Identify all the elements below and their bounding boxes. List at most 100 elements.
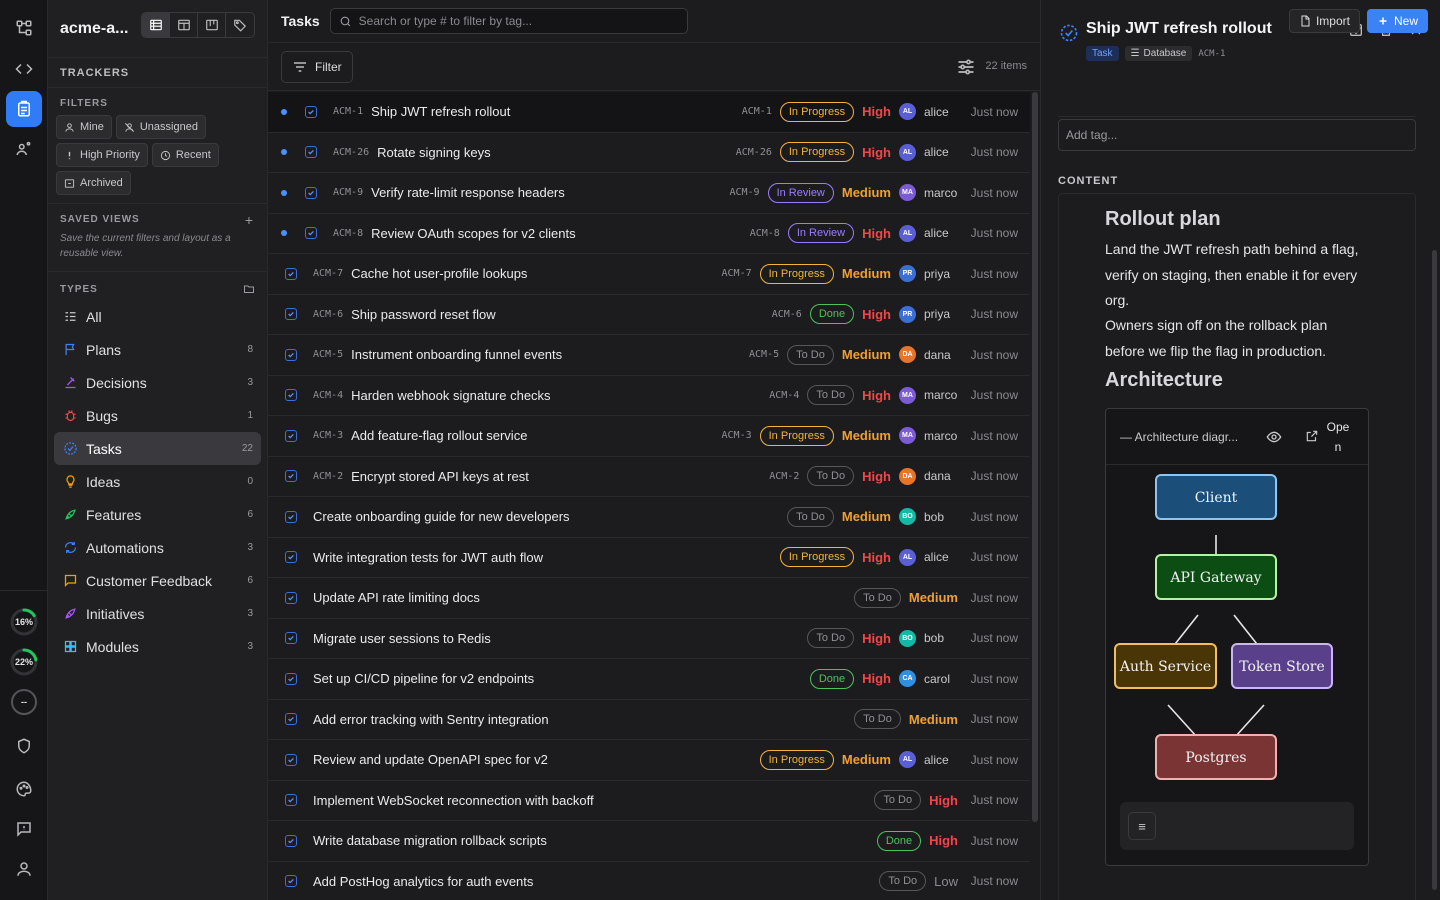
type-tag[interactable]: Task	[1086, 46, 1119, 61]
avatar[interactable]: AL	[899, 548, 916, 566]
status-badge[interactable]: Done	[809, 668, 855, 689]
priority-label[interactable]: High	[929, 793, 958, 808]
status-badge[interactable]: In Review	[767, 182, 834, 203]
sliders-icon[interactable]	[956, 57, 976, 77]
add-tag-input[interactable]: Add tag...	[1058, 119, 1416, 151]
avatar[interactable]: PR	[899, 305, 916, 323]
priority-label[interactable]: High	[929, 833, 958, 848]
type-item-modules[interactable]: Modules 3	[54, 630, 261, 663]
progress-ring-2[interactable]: 22%	[9, 647, 39, 677]
status-badge[interactable]: Done	[876, 830, 922, 851]
priority-label[interactable]: High	[862, 550, 891, 565]
workflow-icon[interactable]	[6, 10, 42, 46]
palette-icon[interactable]	[6, 771, 42, 807]
type-item-initiatives[interactable]: Initiatives 3	[54, 597, 261, 630]
status-badge[interactable]: To Do	[807, 466, 855, 487]
table-view-icon[interactable]	[170, 13, 198, 37]
table-row[interactable]: Set up CI/CD pipeline for v2 endpoints Do…	[268, 659, 1030, 700]
table-row[interactable]: Create onboarding guide for new develope…	[268, 497, 1030, 538]
type-item-plans[interactable]: Plans 8	[54, 333, 261, 366]
table-row[interactable]: ACM-2 Encrypt stored API keys at rest ACM-…	[268, 457, 1030, 497]
task-checkbox-icon[interactable]	[305, 146, 317, 159]
diagram-node-token-store[interactable]: Token Store	[1231, 643, 1333, 689]
import-button[interactable]: Import	[1288, 9, 1360, 33]
avatar[interactable]: AL	[899, 224, 916, 242]
diagram-node-client[interactable]: Client	[1155, 474, 1277, 520]
status-badge[interactable]: To Do	[807, 385, 855, 406]
add-saved-view-icon[interactable]: +	[245, 212, 253, 228]
task-checkbox-icon[interactable]	[285, 672, 297, 685]
task-checkbox-icon[interactable]	[285, 470, 297, 483]
type-item-ideas[interactable]: Ideas 0	[54, 465, 261, 498]
table-row[interactable]: Implement WebSocket reconnection with ba…	[268, 781, 1030, 821]
task-checkbox-icon[interactable]	[285, 591, 297, 604]
avatar[interactable]: DA	[899, 346, 916, 364]
task-checkbox-icon[interactable]	[285, 551, 297, 564]
table-row[interactable]: Add PostHog analytics for auth events To …	[268, 862, 1030, 900]
priority-label[interactable]: High	[862, 631, 891, 646]
table-row[interactable]: Migrate user sessions to Redis To Do High B…	[268, 619, 1030, 659]
task-status-icon[interactable]	[1059, 23, 1079, 43]
task-checkbox-icon[interactable]	[285, 632, 297, 645]
avatar[interactable]: AL	[899, 143, 916, 161]
filter-chip-high-priority[interactable]: High Priority	[56, 143, 148, 167]
task-checkbox-icon[interactable]	[285, 510, 297, 523]
status-badge[interactable]: To Do	[854, 587, 901, 608]
priority-label[interactable]: High	[862, 671, 891, 686]
priority-label[interactable]: High	[862, 226, 891, 241]
priority-label[interactable]: Medium	[842, 347, 891, 362]
eye-icon[interactable]	[1266, 429, 1282, 445]
status-badge[interactable]: To Do	[874, 790, 922, 811]
diagram-node-postgres[interactable]: Postgres	[1155, 734, 1277, 780]
task-checkbox-icon[interactable]	[285, 834, 297, 847]
task-checkbox-icon[interactable]	[305, 227, 317, 240]
priority-label[interactable]: High	[862, 104, 891, 119]
table-row[interactable]: Write database migration rollback script…	[268, 821, 1030, 862]
task-checkbox-icon[interactable]	[285, 267, 297, 280]
type-item-decisions[interactable]: Decisions 3	[54, 366, 261, 399]
task-checkbox-icon[interactable]	[285, 875, 297, 888]
priority-label[interactable]: Medium	[842, 428, 891, 443]
status-badge[interactable]: To Do	[787, 344, 834, 365]
status-badge[interactable]: In Progress	[759, 263, 834, 284]
filter-button[interactable]: Filter	[281, 50, 353, 83]
avatar[interactable]: MA	[899, 386, 916, 404]
status-badge[interactable]: In Progress	[779, 142, 855, 163]
filter-chip-unassigned[interactable]: Unassigned	[115, 115, 206, 139]
external-link-icon[interactable]	[1305, 429, 1319, 443]
table-row[interactable]: Update API rate limiting docs To Do Medium…	[268, 578, 1030, 619]
progress-ring-1[interactable]: 16%	[9, 607, 39, 637]
avatar[interactable]: BO	[899, 508, 916, 526]
table-row[interactable]: ACM-8 Review OAuth scopes for v2 clients A…	[268, 214, 1030, 254]
source-tag[interactable]: ☰ Database	[1124, 46, 1193, 61]
detail-title[interactable]: Ship JWT refresh rollout	[1086, 20, 1272, 38]
avatar[interactable]: MA	[899, 427, 916, 445]
priority-label[interactable]: Medium	[909, 590, 958, 605]
priority-label[interactable]: High	[862, 307, 891, 322]
status-badge[interactable]: In Progress	[779, 547, 855, 568]
status-badge[interactable]: To Do	[807, 628, 855, 649]
open-diagram-button[interactable]: Open	[1325, 417, 1351, 457]
folder-icon[interactable]	[243, 283, 255, 295]
status-badge[interactable]: To Do	[854, 709, 901, 730]
task-checkbox-icon[interactable]	[285, 753, 297, 766]
progress-ring-3[interactable]: --	[9, 687, 39, 717]
priority-label[interactable]: Medium	[842, 266, 891, 281]
avatar[interactable]: DA	[899, 467, 916, 485]
table-row[interactable]: ACM-6 Ship password reset flow ACM-6 Done Hi…	[268, 295, 1030, 335]
table-row[interactable]: ACM-1 Ship JWT refresh rollout ACM-1 In Pro…	[268, 92, 1030, 133]
table-row[interactable]: Review and update OpenAPI spec for v2 In …	[268, 740, 1030, 781]
task-checkbox-icon[interactable]	[285, 308, 297, 321]
table-row[interactable]: ACM-5 Instrument onboarding funnel events…	[268, 335, 1030, 376]
type-item-tasks[interactable]: Tasks 22	[54, 432, 261, 465]
status-badge[interactable]: Done	[809, 304, 855, 325]
list-view-icon[interactable]	[142, 13, 170, 37]
type-item-customer-feedback[interactable]: Customer Feedback 6	[54, 564, 261, 597]
priority-label[interactable]: High	[862, 469, 891, 484]
task-checkbox-icon[interactable]	[285, 713, 297, 726]
status-badge[interactable]: In Progress	[759, 749, 834, 770]
table-row[interactable]: Add error tracking with Sentry integrati…	[268, 700, 1030, 740]
avatar[interactable]: PR	[899, 265, 916, 283]
new-button[interactable]: New	[1366, 9, 1428, 33]
task-checkbox-icon[interactable]	[285, 348, 297, 361]
